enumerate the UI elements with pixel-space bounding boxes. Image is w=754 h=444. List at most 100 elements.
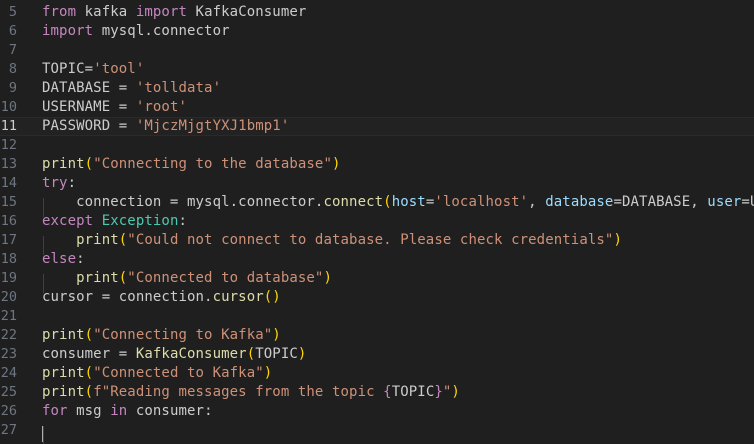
code-token: "Connected to Kafka": [93, 365, 264, 381]
code-token: 'root': [135, 99, 188, 115]
code-token: ): [263, 365, 273, 381]
code-token: cursor: [212, 289, 264, 305]
code-text: consumer = KafkaConsumer(TOPIC): [42, 345, 306, 364]
code-editor[interactable]: 5 from kafka import KafkaConsumer 6 import …: [0, 0, 754, 444]
code-token: Exception: [101, 213, 179, 229]
code-text: print("Could not connect to database. Pl…: [42, 231, 622, 250]
line-number: 8: [8, 61, 17, 77]
code-token: except: [42, 213, 94, 229]
line-number: 5: [8, 4, 17, 20]
code-token: :: [76, 251, 85, 267]
code-token: :: [178, 213, 188, 229]
code-line[interactable]: 21: [0, 307, 754, 326]
line-number: 12: [0, 137, 17, 153]
text-cursor: [42, 426, 43, 442]
code-line[interactable]: 11 PASSWORD = 'MjczMjgtYXJ1bmp1': [0, 117, 754, 136]
code-text: print("Connecting to the database"): [42, 155, 341, 174]
line-number: 10: [0, 99, 17, 115]
code-token: print: [42, 327, 85, 343]
line-number: 27: [0, 422, 17, 438]
code-token: (: [84, 384, 94, 400]
code-text: except Exception:: [42, 212, 187, 231]
code-text: print("Connected to Kafka"): [42, 364, 272, 383]
code-line[interactable]: 10 USERNAME = 'root': [0, 98, 754, 117]
code-token: 'tool': [93, 61, 145, 77]
code-line[interactable]: 27: [0, 421, 754, 440]
line-number: 9: [8, 80, 17, 96]
code-token: ): [613, 232, 622, 248]
code-token: import: [135, 4, 188, 20]
code-token: USERNAME =: [42, 99, 136, 115]
code-token: connection = mysql.connector.: [42, 194, 324, 210]
code-token: =US: [741, 194, 754, 210]
code-line[interactable]: 7: [0, 41, 754, 60]
code-token: PASSWORD =: [42, 118, 136, 134]
code-line[interactable]: 17 print("Could not connect to database.…: [0, 231, 754, 250]
code-token: print: [42, 384, 85, 400]
code-text: print("Connecting to Kafka"): [42, 326, 281, 345]
line-number: 26: [0, 403, 17, 419]
code-line[interactable]: 23 consumer = KafkaConsumer(TOPIC): [0, 345, 754, 364]
code-token: "Could not connect to database. Please c…: [127, 232, 614, 248]
code-token: ): [332, 156, 341, 172]
code-token: user: [707, 194, 742, 210]
code-text: DATABASE = 'tolldata': [42, 79, 221, 98]
code-token: TOPIC: [255, 346, 298, 362]
code-token: }: [434, 384, 443, 400]
code-token: ,: [528, 194, 546, 210]
code-line[interactable]: 5 from kafka import KafkaConsumer: [0, 3, 754, 22]
code-token: 'MjczMjgtYXJ1bmp1': [135, 118, 290, 134]
code-text: else:: [42, 250, 85, 269]
code-token: kafka: [76, 4, 136, 20]
code-token: (: [84, 156, 94, 172]
code-token: else: [42, 251, 77, 267]
code-token: import: [42, 23, 94, 39]
code-token: KafkaConsumer: [187, 4, 307, 20]
code-line[interactable]: 13 print("Connecting to the database"): [0, 155, 754, 174]
code-line[interactable]: 6 import mysql.connector: [0, 22, 754, 41]
code-token: KafkaConsumer: [135, 346, 247, 362]
line-number: 14: [0, 175, 17, 191]
code-line[interactable]: 8 TOPIC='tool': [0, 60, 754, 79]
code-line[interactable]: 15 connection = mysql.connector.connect(…: [0, 193, 754, 212]
code-line[interactable]: 26 for msg in consumer:: [0, 402, 754, 421]
code-token: cursor = connection.: [42, 289, 213, 305]
line-number: 24: [0, 365, 17, 381]
code-line[interactable]: 24 print("Connected to Kafka"): [0, 364, 754, 383]
code-token: (: [84, 365, 94, 381]
code-line[interactable]: 9 DATABASE = 'tolldata': [0, 79, 754, 98]
code-line[interactable]: 25 print(f"Reading messages from the topi…: [0, 383, 754, 402]
code-token: for: [42, 403, 68, 419]
code-line[interactable]: 20 cursor = connection.cursor(): [0, 288, 754, 307]
code-token: database: [545, 194, 614, 210]
line-number: 19: [0, 270, 17, 286]
code-token: from: [42, 4, 77, 20]
line-number: 15: [0, 194, 17, 210]
line-number: 25: [0, 384, 17, 400]
line-number: 7: [8, 42, 17, 58]
code-token: ): [451, 384, 460, 400]
code-line[interactable]: 19 print("Connected to database"): [0, 269, 754, 288]
code-token: :: [67, 175, 77, 191]
code-token: "Connecting to Kafka": [93, 327, 273, 343]
code-token: "Connecting to the database": [93, 156, 332, 172]
code-text: TOPIC='tool': [42, 60, 144, 79]
code-token: print: [42, 156, 85, 172]
code-line[interactable]: 18 else:: [0, 250, 754, 269]
code-token: =DATABASE,: [613, 194, 708, 210]
code-token: ): [297, 346, 307, 362]
code-token: (: [246, 346, 256, 362]
code-text: USERNAME = 'root': [42, 98, 187, 117]
code-line[interactable]: 16 except Exception:: [0, 212, 754, 231]
code-token: (: [84, 327, 94, 343]
code-line[interactable]: 14 try:: [0, 174, 754, 193]
line-number: 22: [0, 327, 17, 343]
code-token: in: [110, 403, 128, 419]
code-text: try:: [42, 174, 76, 193]
code-token: print: [42, 232, 119, 248]
line-number: 6: [8, 23, 17, 39]
code-line[interactable]: 22 print("Connecting to Kafka"): [0, 326, 754, 345]
line-number: 13: [0, 156, 17, 172]
code-line[interactable]: 12: [0, 136, 754, 155]
